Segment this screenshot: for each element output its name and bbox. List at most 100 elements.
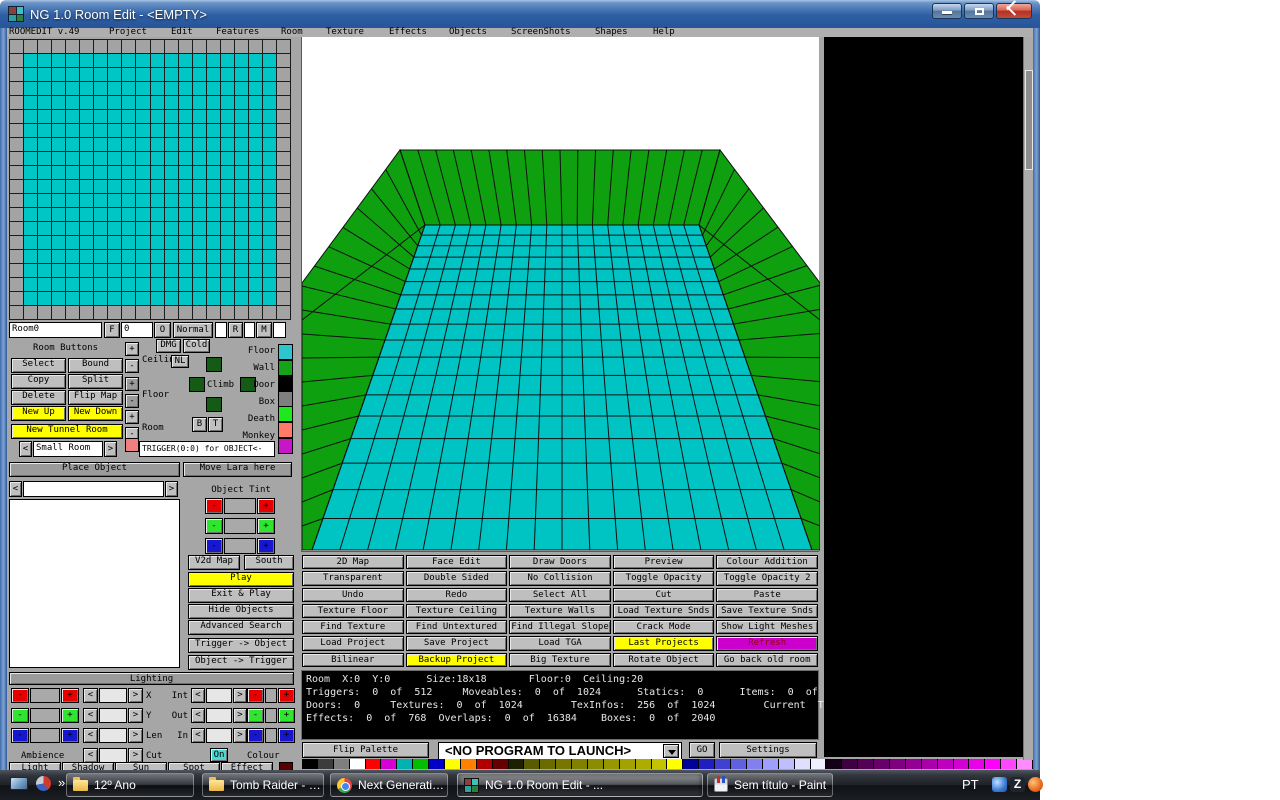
maximize-button[interactable] xyxy=(964,3,994,19)
map-cell[interactable] xyxy=(9,249,23,263)
map-cell[interactable] xyxy=(135,67,149,81)
map-cell[interactable] xyxy=(178,249,192,263)
map-cell[interactable] xyxy=(192,165,206,179)
map-cell[interactable] xyxy=(220,221,234,235)
map-cell[interactable] xyxy=(164,165,178,179)
map-cell[interactable] xyxy=(9,221,23,235)
map-cell[interactable] xyxy=(164,179,178,193)
ambience-minus-2[interactable]: - xyxy=(11,728,29,743)
map-cell[interactable] xyxy=(164,81,178,95)
map-cell[interactable] xyxy=(234,249,248,263)
palette-swatch[interactable] xyxy=(683,759,699,769)
colour-minus-2[interactable]: - xyxy=(247,728,264,743)
map-cell[interactable] xyxy=(192,277,206,291)
map-cell[interactable] xyxy=(37,123,51,137)
map-cell[interactable] xyxy=(178,151,192,165)
map-cell[interactable] xyxy=(220,123,234,137)
grid-button-load-project[interactable]: Load Project xyxy=(302,636,404,650)
map-cell[interactable] xyxy=(262,151,276,165)
grid-button-bilinear[interactable]: Bilinear xyxy=(302,653,404,667)
map-cell[interactable] xyxy=(93,53,107,67)
map-cell[interactable] xyxy=(79,305,93,319)
object-list[interactable] xyxy=(9,499,180,668)
map-cell[interactable] xyxy=(206,67,220,81)
map-cell[interactable] xyxy=(107,263,121,277)
map-cell[interactable] xyxy=(135,305,149,319)
map-cell[interactable] xyxy=(23,165,37,179)
map-cell[interactable] xyxy=(121,179,135,193)
map-cell[interactable] xyxy=(164,263,178,277)
map-cell[interactable] xyxy=(150,235,164,249)
map-cell[interactable] xyxy=(262,53,276,67)
palette-swatch[interactable] xyxy=(318,759,334,769)
flip-palette-button[interactable]: Flip Palette xyxy=(302,742,429,758)
texture-panel[interactable] xyxy=(824,37,1023,757)
light-on-button[interactable]: On xyxy=(210,748,228,762)
map-cell[interactable] xyxy=(164,123,178,137)
ambience-plus-1[interactable]: + xyxy=(61,708,79,723)
map-cell[interactable] xyxy=(248,109,262,123)
move-lara-button[interactable]: Move Lara here xyxy=(183,462,292,477)
map-cell[interactable] xyxy=(262,305,276,319)
r-button[interactable]: R xyxy=(228,322,243,338)
map-cell[interactable] xyxy=(178,53,192,67)
light-in-prev[interactable]: < xyxy=(191,728,205,743)
grid-button-2d-map[interactable]: 2D Map xyxy=(302,555,404,569)
map-cell[interactable] xyxy=(248,137,262,151)
map-cell[interactable] xyxy=(37,179,51,193)
map-cell[interactable] xyxy=(206,305,220,319)
map-cell[interactable] xyxy=(9,179,23,193)
view-3d[interactable] xyxy=(301,37,819,552)
palette-swatch[interactable] xyxy=(477,759,493,769)
legend-swatch-wall[interactable] xyxy=(278,360,293,376)
map-cell[interactable] xyxy=(79,235,93,249)
map-cell[interactable] xyxy=(150,53,164,67)
map-cell[interactable] xyxy=(93,263,107,277)
map-cell[interactable] xyxy=(276,249,290,263)
map-cell[interactable] xyxy=(178,291,192,305)
light-out-next[interactable]: > xyxy=(233,708,247,723)
map-cell[interactable] xyxy=(79,39,93,53)
map-cell[interactable] xyxy=(234,291,248,305)
palette-swatch[interactable] xyxy=(397,759,413,769)
room-size-field[interactable]: Small Room xyxy=(33,441,103,457)
palette-swatch[interactable] xyxy=(350,759,366,769)
palette-swatch[interactable] xyxy=(985,759,1001,769)
palette-swatch[interactable] xyxy=(652,759,668,769)
map-cell[interactable] xyxy=(107,81,121,95)
grid-button-preview[interactable]: Preview xyxy=(613,555,715,569)
map-cell[interactable] xyxy=(65,277,79,291)
map-cell[interactable] xyxy=(51,207,65,221)
grid-button-find-texture[interactable]: Find Texture xyxy=(302,620,404,634)
map-cell[interactable] xyxy=(9,277,23,291)
map-cell[interactable] xyxy=(206,277,220,291)
map-cell[interactable] xyxy=(248,235,262,249)
map-cell[interactable] xyxy=(107,235,121,249)
map-cell[interactable] xyxy=(192,109,206,123)
map-cell[interactable] xyxy=(37,249,51,263)
legend-swatch-extra[interactable] xyxy=(278,438,293,454)
map-cell[interactable] xyxy=(206,207,220,221)
map-cell[interactable] xyxy=(178,207,192,221)
map-cell[interactable] xyxy=(150,151,164,165)
map-cell[interactable] xyxy=(37,263,51,277)
map-cell[interactable] xyxy=(248,277,262,291)
map-cell[interactable] xyxy=(37,137,51,151)
map-cell[interactable] xyxy=(65,109,79,123)
map-cell[interactable] xyxy=(164,207,178,221)
map-cell[interactable] xyxy=(23,109,37,123)
object-selector-field[interactable] xyxy=(23,481,164,497)
map-cell[interactable] xyxy=(192,235,206,249)
map-cell[interactable] xyxy=(79,53,93,67)
map-cell[interactable] xyxy=(79,67,93,81)
map-cell[interactable] xyxy=(23,291,37,305)
map-cell[interactable] xyxy=(23,207,37,221)
map-cell[interactable] xyxy=(65,151,79,165)
map-cell[interactable] xyxy=(150,165,164,179)
taskbar-button-12-ano[interactable]: 12º Ano xyxy=(66,773,194,797)
map-cell[interactable] xyxy=(276,53,290,67)
map-cell[interactable] xyxy=(192,81,206,95)
ambience-plus-2[interactable]: + xyxy=(61,728,79,743)
map-cell[interactable] xyxy=(248,151,262,165)
map-cell[interactable] xyxy=(248,81,262,95)
